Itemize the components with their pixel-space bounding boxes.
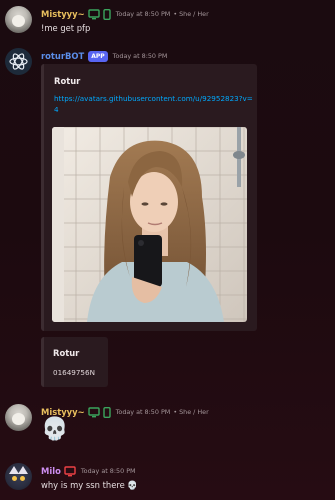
embed-image[interactable] — [52, 127, 247, 322]
message-text: !me get pfp — [41, 23, 91, 33]
message-text: why is my ssn there 💀 — [41, 480, 138, 490]
avatar-mistyyy[interactable] — [5, 6, 32, 33]
message-header: roturBOT APP Today at 8:50 PM — [41, 48, 167, 64]
mobile-icon — [102, 406, 111, 418]
monitor-icon — [87, 406, 100, 417]
monitor-icon — [87, 8, 100, 19]
embed-description: 01649756N — [53, 368, 95, 377]
embed-card-2: Rotur 01649756N — [41, 337, 108, 387]
mobile-icon — [102, 8, 111, 20]
embed-title: Rotur — [54, 76, 81, 86]
skull-emoji: 💀 — [41, 417, 69, 442]
monitor-icon — [64, 465, 76, 476]
avatar-roturbot[interactable] — [5, 48, 32, 75]
timestamp: Today at 8:50 PM — [112, 52, 168, 60]
message-header: Mistyyy~ Today at 8:50 PM • She / Her — [41, 6, 209, 22]
embed-link[interactable]: https://avatars.githubusercontent.com/u/… — [54, 93, 254, 115]
author-name[interactable]: roturBOT — [41, 51, 84, 61]
rotur-logo-icon — [9, 53, 28, 70]
avatar-milo[interactable] — [5, 463, 32, 490]
app-badge: APP — [88, 50, 108, 62]
pronouns: • She / Her — [173, 408, 209, 416]
message-header: Milo Today at 8:50 PM — [41, 463, 136, 479]
timestamp: Today at 8:50 PM — [115, 10, 171, 18]
timestamp: Today at 8:50 PM — [80, 467, 136, 475]
author-name[interactable]: Mistyyy~ — [41, 407, 85, 417]
message-milo: Milo Today at 8:50 PM why is my ssn ther… — [0, 463, 335, 495]
pronouns: • She / Her — [173, 10, 209, 18]
timestamp: Today at 8:50 PM — [115, 408, 171, 416]
author-name[interactable]: Milo — [41, 466, 61, 476]
author-name[interactable]: Mistyyy~ — [41, 9, 85, 19]
embed-title: Rotur — [53, 348, 80, 358]
message-mistyyy-1: Mistyyy~ Today at 8:50 PM • She / Her !m… — [0, 6, 335, 36]
avatar-mistyyy[interactable] — [5, 404, 32, 431]
profile-photo — [52, 127, 247, 322]
